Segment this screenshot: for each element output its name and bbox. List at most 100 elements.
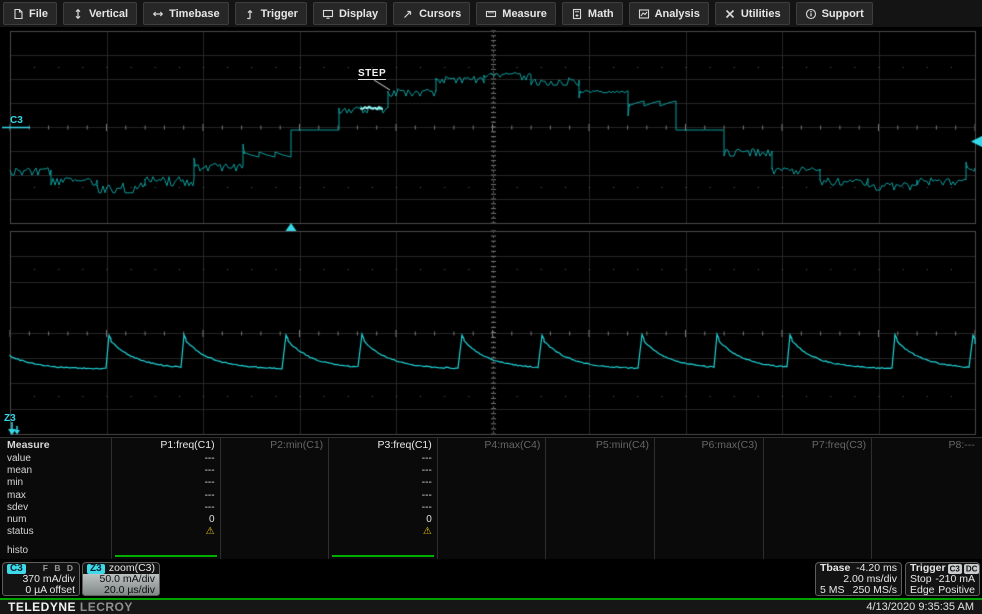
measure-table-title: Measure bbox=[7, 439, 111, 453]
timebase-descriptor[interactable]: Tbase -4.20 ms 2.00 ms/div 5 MS 250 MS/s bbox=[815, 562, 902, 596]
zoom-z3-descriptor[interactable]: Z3 zoom(C3) 50.0 mA/div 20.0 µs/div bbox=[82, 562, 160, 596]
measure-cell-num: 0 bbox=[116, 514, 215, 526]
measure-column: P5:min(C4) bbox=[545, 438, 654, 559]
measure-cell-num bbox=[442, 514, 541, 526]
measure-cell-num bbox=[225, 514, 324, 526]
measure-cell-max bbox=[225, 490, 324, 502]
measure-cell-sdev: --- bbox=[333, 502, 432, 514]
measure-cell-sdev bbox=[659, 502, 758, 514]
measure-cell-status bbox=[768, 526, 867, 538]
measure-cell-num bbox=[659, 514, 758, 526]
measure-cell-histo bbox=[768, 545, 867, 557]
measure-row-labels: Measure value mean min max sdev num stat… bbox=[0, 438, 111, 559]
measure-cell-max bbox=[442, 490, 541, 502]
measure-cell-min bbox=[876, 477, 975, 489]
measure-cell-min bbox=[442, 477, 541, 489]
measure-cell-value bbox=[876, 453, 975, 465]
measure-cell-value bbox=[225, 453, 324, 465]
measure-column-header[interactable]: P3:freq(C1) bbox=[333, 439, 432, 453]
warning-icon: ⚠ bbox=[423, 526, 432, 537]
zoom-z3-label[interactable]: Z3 bbox=[4, 413, 16, 424]
measure-column-header[interactable]: P1:freq(C1) bbox=[116, 439, 215, 453]
measure-cell-value bbox=[550, 453, 649, 465]
measure-cell-value: --- bbox=[116, 453, 215, 465]
trigger-coupling-badge: DC bbox=[964, 564, 980, 574]
measure-column: P7:freq(C3) bbox=[763, 438, 872, 559]
measure-column-header[interactable]: P6:max(C3) bbox=[659, 439, 758, 453]
row-label-histo: histo bbox=[7, 545, 111, 557]
measure-table: Measure value mean min max sdev num stat… bbox=[0, 437, 982, 559]
measure-cell-sdev bbox=[550, 502, 649, 514]
measure-cell-min bbox=[659, 477, 758, 489]
z3-horizontal-scale: 20.0 µs/div bbox=[87, 585, 155, 596]
trigger-source-badge: C3 bbox=[948, 564, 962, 574]
measure-cell-value bbox=[768, 453, 867, 465]
measure-cell-mean bbox=[876, 465, 975, 477]
measure-cell-mean bbox=[659, 465, 758, 477]
z3-badge: Z3 bbox=[87, 564, 105, 574]
row-label-num: num bbox=[7, 514, 111, 526]
measure-cell-max bbox=[659, 490, 758, 502]
brand-lecroy: LECROY bbox=[80, 600, 133, 614]
measure-cell-num bbox=[768, 514, 867, 526]
measure-column-header[interactable]: P7:freq(C3) bbox=[768, 439, 867, 453]
measure-cell-histo bbox=[550, 545, 649, 557]
row-label-mean: mean bbox=[7, 465, 111, 477]
brand-teledyne: TELEDYNE bbox=[8, 600, 76, 614]
measure-cell-value: --- bbox=[333, 453, 432, 465]
measure-column: P3:freq(C1)---------------0⚠ bbox=[328, 438, 437, 559]
measure-cell-sdev bbox=[768, 502, 867, 514]
channel-c3-descriptor[interactable]: C3 F B D 370 mA/div 0 µA offset bbox=[2, 562, 80, 596]
measure-cell-status bbox=[876, 526, 975, 538]
measure-status-bar bbox=[332, 555, 434, 557]
measure-column: P6:max(C3) bbox=[654, 438, 763, 559]
measure-columns: P1:freq(C1)---------------0⚠P2:min(C1)P3… bbox=[111, 438, 980, 559]
measure-cell-histo bbox=[876, 545, 975, 557]
tbase-rate: 250 MS/s bbox=[853, 585, 897, 596]
row-label-max: max bbox=[7, 490, 111, 502]
measure-cell-status: ⚠ bbox=[333, 526, 432, 538]
trigger-descriptor[interactable]: Trigger C3DC Stop -210 mA Edge Positive bbox=[905, 562, 980, 596]
measure-cell-mean: --- bbox=[333, 465, 432, 477]
measure-cell-value bbox=[442, 453, 541, 465]
tbase-samples: 5 MS bbox=[820, 585, 845, 596]
trigger-type: Edge bbox=[910, 585, 935, 596]
row-label-min: min bbox=[7, 477, 111, 489]
measure-cell-histo bbox=[442, 545, 541, 557]
measure-column-header[interactable]: P2:min(C1) bbox=[225, 439, 324, 453]
row-label-value: value bbox=[7, 453, 111, 465]
measure-cell-min bbox=[768, 477, 867, 489]
measure-cell-max bbox=[768, 490, 867, 502]
measure-cell-mean bbox=[442, 465, 541, 477]
measure-cell-mean: --- bbox=[116, 465, 215, 477]
measure-column-header[interactable]: P8:--- bbox=[876, 439, 975, 453]
measure-cell-max: --- bbox=[333, 490, 432, 502]
measure-column-header[interactable]: P4:max(C4) bbox=[442, 439, 541, 453]
measure-cell-max bbox=[550, 490, 649, 502]
measure-cell-min: --- bbox=[333, 477, 432, 489]
measure-cell-status bbox=[225, 526, 324, 538]
warning-icon: ⚠ bbox=[206, 526, 215, 537]
measure-cell-sdev bbox=[225, 502, 324, 514]
measure-column: P8:--- bbox=[871, 438, 980, 559]
measure-cell-mean bbox=[550, 465, 649, 477]
step-annotation: STEP bbox=[358, 68, 386, 80]
measure-cell-num bbox=[876, 514, 975, 526]
c3-badge: C3 bbox=[7, 564, 26, 574]
channel-c3-label[interactable]: C3 bbox=[10, 115, 23, 126]
measure-column: P2:min(C1) bbox=[220, 438, 329, 559]
measure-cell-value bbox=[659, 453, 758, 465]
measure-cell-sdev: --- bbox=[116, 502, 215, 514]
measure-cell-min bbox=[225, 477, 324, 489]
footer-bar: TELEDYNE LECROY 4/13/2020 9:35:35 AM bbox=[0, 600, 982, 614]
measure-cell-num: 0 bbox=[333, 514, 432, 526]
measure-cell-histo bbox=[225, 545, 324, 557]
trigger-slope: Positive bbox=[938, 585, 975, 596]
oscilloscope-screen: File Vertical Timebase Trigger Display C… bbox=[0, 0, 982, 614]
row-label-status: status bbox=[7, 526, 111, 538]
measure-cell-min: --- bbox=[116, 477, 215, 489]
measure-column-header[interactable]: P5:min(C4) bbox=[550, 439, 649, 453]
measure-cell-status bbox=[659, 526, 758, 538]
measure-cell-histo bbox=[659, 545, 758, 557]
measure-cell-mean bbox=[768, 465, 867, 477]
